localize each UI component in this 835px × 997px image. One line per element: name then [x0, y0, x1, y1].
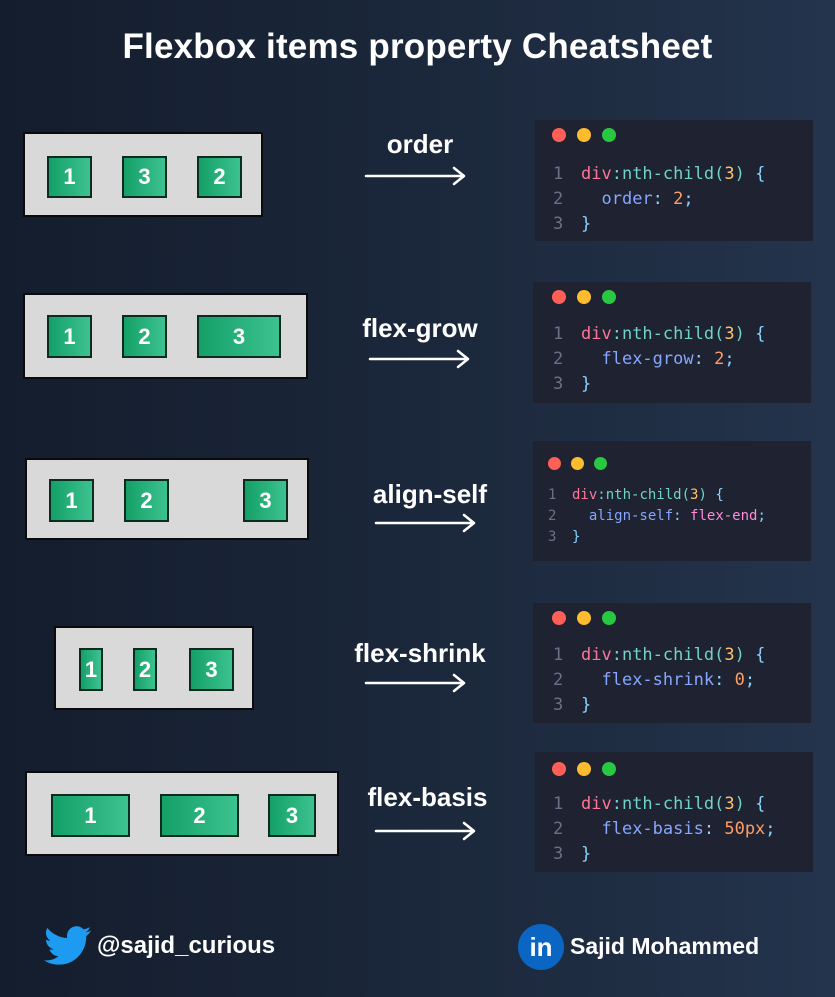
- code-line: 2 order: 2;: [553, 189, 694, 209]
- code-block-flex-basis: 1 div:nth-child(3) { 2 flex-basis: 50px; …: [535, 752, 813, 872]
- flex-basis-demo-container: 1 2 3: [25, 771, 339, 856]
- flex-item: 3: [243, 479, 288, 522]
- window-close-dot-icon: [552, 290, 566, 304]
- window-minimize-dot-icon: [577, 290, 591, 304]
- property-label-align-self: align-self: [372, 479, 488, 509]
- code-line: 1 div:nth-child(3) {: [553, 324, 766, 344]
- code-line: 1 div:nth-child(3) {: [553, 794, 766, 814]
- flex-item: 3: [268, 794, 316, 837]
- align-self-demo-container: 1 2 3: [25, 458, 309, 540]
- twitter-bird-icon: [44, 926, 92, 965]
- code-line: 1 div:nth-child(3) {: [553, 164, 766, 184]
- flex-item: 2: [133, 648, 157, 691]
- code-line: 3}: [548, 529, 581, 545]
- window-close-dot-icon: [548, 457, 561, 470]
- window-maximize-dot-icon: [602, 290, 616, 304]
- flex-shrink-demo-container: 1 2 3: [54, 626, 254, 710]
- code-block-align-self: 1 div:nth-child(3) { 2 align-self: flex-e…: [533, 441, 811, 561]
- order-demo-container: 1 3 2: [23, 132, 263, 217]
- window-close-dot-icon: [552, 128, 566, 142]
- arrow-right-icon: [374, 821, 476, 841]
- flex-item: 1: [47, 156, 92, 198]
- arrow-right-icon: [364, 673, 466, 693]
- code-line: 2 flex-grow: 2;: [553, 349, 735, 369]
- window-maximize-dot-icon: [602, 611, 616, 625]
- window-minimize-dot-icon: [577, 762, 591, 776]
- flex-item: 3: [197, 315, 281, 358]
- flex-item: 2: [197, 156, 242, 198]
- property-label-flex-shrink: flex-shrink: [354, 638, 486, 668]
- arrow-right-icon: [368, 349, 470, 369]
- code-block-flex-grow: 1 div:nth-child(3) { 2 flex-grow: 2; 3}: [533, 282, 811, 403]
- code-line: 1 div:nth-child(3) {: [553, 645, 766, 665]
- window-maximize-dot-icon: [594, 457, 607, 470]
- code-line: 1 div:nth-child(3) {: [548, 487, 724, 503]
- flex-item: 1: [49, 479, 94, 522]
- code-line: 3}: [553, 214, 592, 234]
- property-label-order: order: [386, 129, 454, 159]
- flex-grow-demo-container: 1 2 3: [23, 293, 308, 379]
- flex-item: 2: [160, 794, 239, 837]
- code-line: 3}: [553, 695, 592, 715]
- code-block-order: 1 div:nth-child(3) { 2 order: 2; 3}: [535, 120, 813, 241]
- linkedin-logo-text: in: [529, 932, 552, 962]
- page-title: Flexbox items property Cheatsheet: [122, 27, 713, 66]
- property-label-flex-grow: flex-grow: [362, 313, 478, 343]
- arrow-right-icon: [364, 166, 466, 186]
- linkedin-name[interactable]: Sajid Mohammed: [570, 933, 759, 960]
- window-minimize-dot-icon: [577, 611, 591, 625]
- code-line: 2 flex-shrink: 0;: [553, 670, 756, 690]
- code-line: 3}: [553, 844, 592, 864]
- window-minimize-dot-icon: [571, 457, 584, 470]
- code-block-flex-shrink: 1 div:nth-child(3) { 2 flex-shrink: 0; 3}: [533, 603, 811, 723]
- flex-item: 2: [124, 479, 169, 522]
- linkedin-icon: in: [518, 924, 564, 970]
- arrow-right-icon: [374, 513, 476, 533]
- window-close-dot-icon: [552, 611, 566, 625]
- flex-item: 1: [51, 794, 130, 837]
- window-close-dot-icon: [552, 762, 566, 776]
- flex-item: 3: [122, 156, 167, 198]
- window-maximize-dot-icon: [602, 128, 616, 142]
- window-minimize-dot-icon: [577, 128, 591, 142]
- flex-item: 3: [189, 648, 234, 691]
- twitter-handle[interactable]: @sajid_curious: [97, 932, 275, 960]
- flex-item: 1: [47, 315, 92, 358]
- flex-item: 1: [79, 648, 103, 691]
- code-line: 3}: [553, 374, 592, 394]
- property-label-flex-basis: flex-basis: [367, 782, 488, 812]
- window-maximize-dot-icon: [602, 762, 616, 776]
- flex-item: 2: [122, 315, 167, 358]
- code-line: 2 align-self: flex-end;: [548, 508, 766, 524]
- code-line: 2 flex-basis: 50px;: [553, 819, 776, 839]
